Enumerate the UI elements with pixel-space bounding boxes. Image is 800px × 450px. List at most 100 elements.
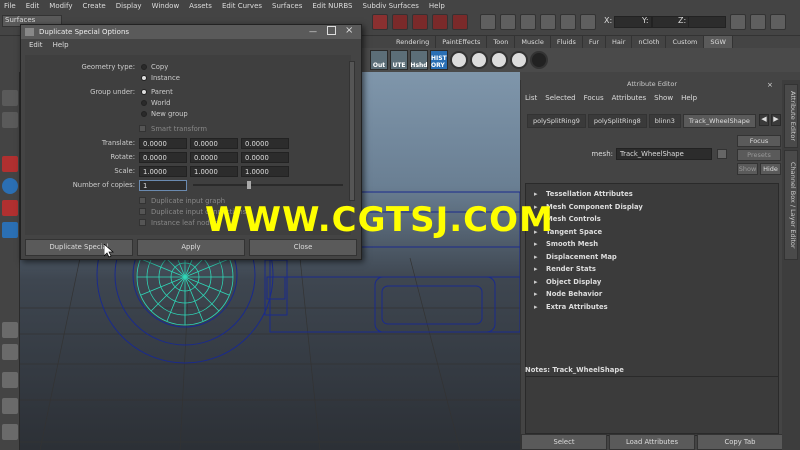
- shelf-tab-painteffects[interactable]: PaintEffects: [436, 36, 488, 48]
- scale-y-field[interactable]: 1.0000: [190, 166, 238, 177]
- select-tool-icon[interactable]: [2, 90, 18, 106]
- shelf-tab-toon[interactable]: Toon: [487, 36, 516, 48]
- shelf-tab-hair[interactable]: Hair: [606, 36, 633, 48]
- rotate-z-field[interactable]: 0.0000: [241, 152, 289, 163]
- parent-radio[interactable]: [141, 89, 147, 95]
- menu-window[interactable]: Window: [152, 2, 180, 10]
- select-by-object-icon[interactable]: [392, 14, 408, 30]
- menu-modify[interactable]: Modify: [49, 2, 72, 10]
- shelf-tab-ncloth[interactable]: nCloth: [632, 36, 667, 48]
- menu-surfaces[interactable]: Surfaces: [272, 2, 302, 10]
- section-tessellation-attributes[interactable]: Tessellation Attributes: [526, 188, 778, 201]
- section-object-display[interactable]: Object Display: [526, 276, 778, 289]
- menu-edit[interactable]: Edit: [26, 2, 40, 10]
- menu-display[interactable]: Display: [116, 2, 142, 10]
- shelf-target-icon-2[interactable]: [470, 51, 488, 69]
- layout-outliner-icon[interactable]: [2, 398, 18, 414]
- section-smooth-mesh[interactable]: Smooth Mesh: [526, 238, 778, 251]
- attr-menu-attributes[interactable]: Attributes: [612, 94, 647, 106]
- side-tab-attribute-editor[interactable]: Attribute Editor: [784, 84, 798, 148]
- load-attributes-button[interactable]: Load Attributes: [609, 434, 695, 450]
- render-settings-icon[interactable]: [540, 14, 556, 30]
- maximize-icon[interactable]: [327, 26, 336, 35]
- copies-field[interactable]: 1: [139, 180, 187, 191]
- shelf-tab-fur[interactable]: Fur: [583, 36, 607, 48]
- dialog-menu-edit[interactable]: Edit: [29, 41, 43, 53]
- section-mesh-controls[interactable]: Mesh Controls: [526, 213, 778, 226]
- apply-button[interactable]: Apply: [137, 239, 245, 256]
- instance-radio[interactable]: [141, 75, 147, 81]
- shelf-history-button[interactable]: HIST ORY: [430, 50, 448, 70]
- snap-curve-icon[interactable]: [432, 14, 448, 30]
- channel-box-toggle-icon[interactable]: [770, 14, 786, 30]
- attr-menu-show[interactable]: Show: [654, 94, 673, 106]
- tab-scroll-right-icon[interactable]: ▶: [771, 114, 781, 126]
- layout-four-icon[interactable]: [2, 344, 18, 360]
- select-by-hierarchy-icon[interactable]: [372, 14, 388, 30]
- node-tab-polysplitring9[interactable]: polySplitRing9: [527, 114, 586, 128]
- go-to-input-icon[interactable]: [717, 149, 727, 159]
- snap-grid-icon[interactable]: [412, 14, 428, 30]
- section-tangent-space[interactable]: Tangent Space: [526, 226, 778, 239]
- render-icon[interactable]: [500, 14, 516, 30]
- side-tab-channel-box[interactable]: Channel Box / Layer Editor: [784, 150, 798, 260]
- shelf-target-icon-4[interactable]: [510, 51, 528, 69]
- menu-assets[interactable]: Assets: [189, 2, 212, 10]
- attr-menu-focus[interactable]: Focus: [584, 94, 604, 106]
- shelf-tab-rendering[interactable]: Rendering: [390, 36, 437, 48]
- layout-split-icon[interactable]: [2, 372, 18, 388]
- ipr-render-icon[interactable]: [520, 14, 536, 30]
- dialog-scrollbar[interactable]: [349, 61, 355, 201]
- copy-tab-button[interactable]: Copy Tab: [697, 434, 783, 450]
- shelf-tab-muscle[interactable]: Muscle: [515, 36, 551, 48]
- menu-file[interactable]: File: [4, 2, 16, 10]
- close-button[interactable]: Close: [249, 239, 357, 256]
- shelf-tab-custom[interactable]: Custom: [666, 36, 705, 48]
- node-tab-track-wheelshape[interactable]: Track_WheelShape: [682, 114, 756, 128]
- menu-subdiv-surfaces[interactable]: Subdiv Surfaces: [363, 2, 419, 10]
- world-radio[interactable]: [141, 100, 147, 106]
- presets-button[interactable]: Presets: [737, 149, 781, 161]
- z-field[interactable]: [688, 16, 726, 28]
- scale-tool-icon[interactable]: [2, 200, 18, 216]
- section-node-behavior[interactable]: Node Behavior: [526, 288, 778, 301]
- shelf-tab-fluids[interactable]: Fluids: [551, 36, 583, 48]
- lasso-tool-icon[interactable]: [2, 112, 18, 128]
- copies-slider-track[interactable]: [193, 184, 343, 186]
- hide-button[interactable]: Hide: [760, 163, 781, 175]
- cube-icon[interactable]: [2, 222, 18, 238]
- menu-create[interactable]: Create: [82, 2, 105, 10]
- section-render-stats[interactable]: Render Stats: [526, 263, 778, 276]
- dialog-menu-help[interactable]: Help: [53, 41, 69, 53]
- rotate-y-field[interactable]: 0.0000: [190, 152, 238, 163]
- menu-edit-nurbs[interactable]: Edit NURBS: [312, 2, 352, 10]
- new-group-radio[interactable]: [141, 111, 147, 117]
- attribute-editor-toggle-icon[interactable]: [730, 14, 746, 30]
- minimize-icon[interactable]: —: [309, 27, 317, 36]
- snap-point-icon[interactable]: [452, 14, 468, 30]
- duplicate-input-graph-checkbox[interactable]: [139, 197, 146, 204]
- duplicate-special-button[interactable]: Duplicate Special: [25, 239, 133, 256]
- duplicate-input-connections-checkbox[interactable]: [139, 208, 146, 215]
- rotate-x-field[interactable]: 0.0000: [139, 152, 187, 163]
- section-displacement-map[interactable]: Displacement Map: [526, 251, 778, 264]
- shelf-ute-button[interactable]: UTE: [390, 50, 408, 70]
- shelf-checker-icon[interactable]: [530, 51, 548, 69]
- copies-slider-handle[interactable]: [247, 181, 251, 189]
- close-icon[interactable]: ×: [345, 25, 353, 36]
- sphere-icon[interactable]: [2, 178, 18, 194]
- section-mesh-component-display[interactable]: Mesh Component Display: [526, 201, 778, 214]
- hypershade-icon[interactable]: [560, 14, 576, 30]
- smart-transform-checkbox[interactable]: [139, 125, 146, 132]
- node-tab-polysplitring8[interactable]: polySplitRing8: [587, 114, 647, 128]
- shelf-target-icon-1[interactable]: [450, 51, 468, 69]
- tool-settings-toggle-icon[interactable]: [750, 14, 766, 30]
- show-button[interactable]: Show: [737, 163, 758, 175]
- select-button[interactable]: Select: [521, 434, 607, 450]
- scale-x-field[interactable]: 1.0000: [139, 166, 187, 177]
- mesh-name-field[interactable]: Track_WheelShape: [616, 148, 712, 160]
- rotate-tool-icon[interactable]: [2, 156, 18, 172]
- translate-z-field[interactable]: 0.0000: [241, 138, 289, 149]
- shelf-tab-sgw[interactable]: SGW: [704, 36, 733, 48]
- shelf-out-button[interactable]: Out: [370, 50, 388, 70]
